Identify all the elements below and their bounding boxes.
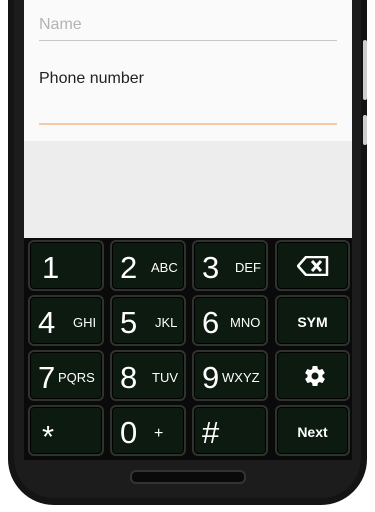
key-1[interactable]: 1 — [28, 240, 104, 291]
key-digit: 8 — [120, 360, 138, 395]
key-digit: # — [202, 415, 220, 450]
key-5[interactable]: 5 JKL — [110, 295, 186, 346]
key-digit: 7 — [38, 360, 56, 395]
sym-key[interactable]: SYM — [275, 295, 350, 346]
key-star[interactable]: * — [28, 405, 104, 456]
next-label: Next — [297, 424, 328, 440]
key-letters: ABC — [151, 260, 178, 275]
key-digit: 9 — [202, 360, 220, 395]
key-letters: DEF — [235, 260, 261, 275]
key-digit: 1 — [42, 250, 60, 285]
key-digit: 0 — [120, 415, 138, 450]
screen: Phone number 1 2 ABC 3 DEF 4 GHI 5 — [24, 0, 352, 460]
key-0[interactable]: 0 + — [110, 405, 186, 456]
power-button — [363, 115, 367, 145]
key-letters: PQRS — [58, 370, 95, 385]
settings-key[interactable] — [275, 350, 350, 401]
key-digit: 6 — [202, 305, 220, 340]
contact-form: Phone number — [24, 0, 352, 141]
key-digit: 3 — [202, 250, 220, 285]
key-3[interactable]: 3 DEF — [192, 240, 268, 291]
key-hash[interactable]: # — [192, 405, 268, 456]
key-letters: MNO — [230, 315, 261, 330]
key-9[interactable]: 9 WXYZ — [192, 350, 268, 401]
phone-number-label: Phone number — [39, 70, 144, 87]
numeric-keyboard: 1 2 ABC 3 DEF 4 GHI 5 JKL 6 MNO SYM 7 PQ… — [24, 238, 352, 460]
key-digit: 5 — [120, 305, 138, 340]
key-letters: + — [154, 425, 164, 442]
key-digit: 4 — [38, 305, 56, 340]
sym-label: SYM — [297, 314, 328, 330]
volume-button — [363, 40, 367, 100]
key-6[interactable]: 6 MNO — [192, 295, 268, 346]
key-4[interactable]: 4 GHI — [28, 295, 104, 346]
home-indicator — [130, 470, 246, 484]
name-field[interactable] — [39, 10, 337, 41]
backspace-icon — [297, 256, 329, 276]
key-digit: * — [42, 419, 55, 454]
empty-area — [24, 141, 352, 238]
key-letters: TUV — [152, 370, 178, 385]
key-8[interactable]: 8 TUV — [110, 350, 186, 401]
key-digit: 2 — [120, 250, 138, 285]
gear-icon — [305, 365, 325, 387]
next-key[interactable]: Next — [275, 405, 350, 456]
phone-number-field[interactable] — [39, 95, 337, 125]
key-letters: JKL — [155, 315, 178, 330]
key-7[interactable]: 7 PQRS — [28, 350, 104, 401]
key-letters: WXYZ — [222, 370, 260, 385]
backspace-key[interactable] — [275, 240, 350, 291]
key-2[interactable]: 2 ABC — [110, 240, 186, 291]
key-letters: GHI — [73, 315, 97, 330]
